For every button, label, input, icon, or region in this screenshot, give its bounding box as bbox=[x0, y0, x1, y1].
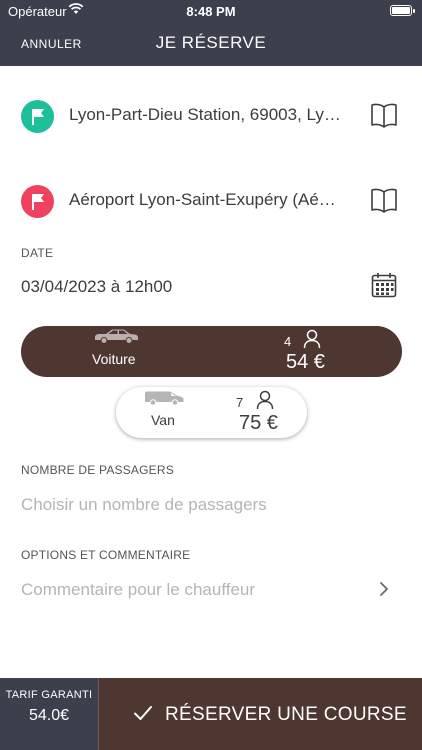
reserve-button-label: RÉSERVER UNE COURSE bbox=[165, 704, 407, 725]
options-label: OPTIONS ET COMMENTAIRE bbox=[21, 548, 191, 562]
date-label: DATE bbox=[21, 246, 54, 260]
pickup-address[interactable]: Lyon-Part-Dieu Station, 69003, Ly… bbox=[69, 105, 359, 125]
vehicle-capacity: 7 bbox=[236, 395, 244, 410]
passengers-field[interactable]: Choisir un nombre de passagers bbox=[21, 495, 267, 515]
checkmark-icon bbox=[133, 705, 153, 726]
vehicle-option-van[interactable]: Van 7 75 € bbox=[116, 387, 307, 438]
reserve-button[interactable]: RÉSERVER UNE COURSE bbox=[98, 678, 422, 750]
tariff-value: 54.0€ bbox=[28, 707, 70, 724]
dropoff-address-row[interactable]: Aéroport Lyon-Saint-Exupéry (Aé… bbox=[0, 171, 422, 231]
passengers-label: NOMBRE DE PASSAGERS bbox=[21, 463, 174, 477]
guaranteed-price-box: TARIF GARANTI 54.0€ bbox=[0, 678, 98, 750]
van-icon bbox=[143, 390, 185, 411]
page-title: JE RÉSERVE bbox=[155, 33, 267, 52]
battery-icon bbox=[390, 5, 415, 16]
dropoff-address-book-icon[interactable] bbox=[370, 187, 398, 218]
vehicle-name: Van bbox=[151, 412, 175, 428]
vehicle-price: 54 € bbox=[286, 351, 325, 373]
dropoff-flag-icon bbox=[21, 185, 54, 218]
car-icon bbox=[92, 328, 140, 349]
vehicle-capacity: 4 bbox=[284, 334, 292, 349]
vehicle-option-voiture[interactable]: Voiture 4 54 € bbox=[21, 326, 402, 377]
status-time: 8:48 PM bbox=[186, 4, 236, 19]
header-bar: Opérateur 8:48 PM ANNULER JE RÉSERVE bbox=[0, 0, 422, 66]
calendar-icon[interactable] bbox=[371, 272, 397, 303]
dropoff-address[interactable]: Aéroport Lyon-Saint-Exupéry (Aé… bbox=[69, 190, 359, 210]
chevron-right-icon[interactable] bbox=[378, 580, 390, 603]
vehicle-price: 75 € bbox=[239, 412, 278, 434]
comment-field[interactable]: Commentaire pour le chauffeur bbox=[21, 580, 255, 600]
pickup-address-book-icon[interactable] bbox=[370, 102, 398, 133]
pickup-address-row[interactable]: Lyon-Part-Dieu Station, 69003, Ly… bbox=[0, 86, 422, 146]
pickup-flag-icon bbox=[21, 100, 54, 133]
status-bar: Opérateur 8:48 PM bbox=[0, 0, 422, 22]
tariff-label: TARIF GARANTI bbox=[5, 689, 93, 701]
date-field[interactable]: 03/04/2023 à 12h00 bbox=[21, 277, 172, 297]
vehicle-name: Voiture bbox=[92, 351, 136, 367]
